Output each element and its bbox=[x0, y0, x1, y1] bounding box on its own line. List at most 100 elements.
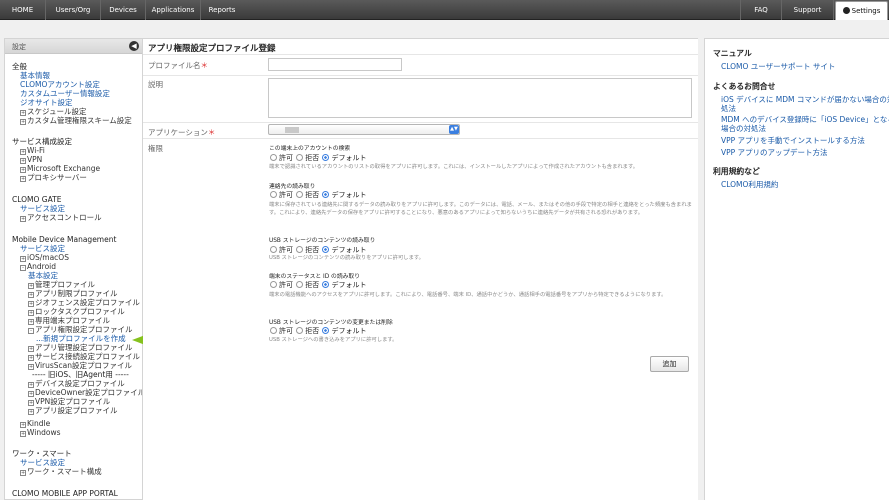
faq-link-vpp-update[interactable]: VPP アプリのアップデート方法 bbox=[721, 148, 828, 157]
radio-allow[interactable] bbox=[270, 191, 277, 198]
radio-default[interactable] bbox=[322, 246, 330, 253]
sidebar-link-geosite[interactable]: ジオサイト設定 bbox=[20, 98, 73, 107]
faq-link-mdm-command[interactable]: iOS デバイスに MDM コマンドが届かない場合の対 bbox=[721, 95, 889, 104]
sidebar-tree-windows[interactable]: + Windows bbox=[20, 428, 60, 437]
terms-link[interactable]: CLOMO利用規約 bbox=[721, 180, 778, 189]
sidebar-link-basic-info[interactable]: 基本情報 bbox=[20, 71, 50, 80]
collapse-icon[interactable]: - bbox=[20, 265, 26, 271]
sidebar-tree-custom-admin[interactable]: + カスタム管理権限スキーム設定 bbox=[20, 116, 132, 125]
profile-name-input[interactable] bbox=[268, 58, 402, 71]
radio-deny[interactable] bbox=[296, 246, 304, 253]
expand-icon[interactable]: + bbox=[20, 216, 26, 222]
faq-link-ios-device-cont[interactable]: 場合の対処法 bbox=[721, 124, 766, 133]
collapse-sidebar-icon[interactable]: ◀ bbox=[129, 41, 139, 51]
sidebar-tree-ios-macos[interactable]: + iOS/macOS bbox=[20, 253, 69, 262]
nav-settings[interactable]: Settings bbox=[835, 1, 888, 20]
sidebar-tree-label: Windows bbox=[27, 428, 61, 437]
sidebar-link-custom-user-info[interactable]: カスタムユーザー情報設定 bbox=[20, 89, 110, 98]
radio-deny[interactable] bbox=[296, 281, 304, 288]
radio-allow[interactable] bbox=[270, 327, 277, 334]
sidebar-tree-label: VirusScan設定プロファイル bbox=[35, 361, 133, 370]
sidebar-tree-app-settings-profile[interactable]: + アプリ設定プロファイル bbox=[28, 406, 118, 415]
radio-allow[interactable] bbox=[270, 246, 277, 253]
expand-icon[interactable]: + bbox=[20, 470, 26, 476]
sidebar-tree-label: VPN設定プロファイル bbox=[35, 397, 111, 406]
radio-deny-label: 拒否 bbox=[305, 281, 320, 289]
sidebar-tree-label: Microsoft Exchange bbox=[27, 164, 101, 173]
radio-allow[interactable] bbox=[270, 281, 277, 288]
radio-default[interactable] bbox=[322, 281, 330, 288]
sidebar-tree-app-restriction-profile[interactable]: + アプリ制限プロファイル bbox=[28, 289, 118, 298]
faq-link-vpp-install[interactable]: VPP アプリを手動でインストールする方法 bbox=[721, 136, 865, 145]
sidebar-tree-schedule[interactable]: + スケジュール設定 bbox=[20, 107, 86, 116]
add-button[interactable]: 追加 bbox=[650, 356, 689, 372]
permission-description: 端末で認識されているアカウントのリストの取得をアプリに許可します。これには、イン… bbox=[269, 164, 639, 170]
sidebar-tree-app-permission-profile[interactable]: - アプリ権限設定プロファイル bbox=[28, 325, 133, 334]
sidebar-link-gate-service[interactable]: サービス設定 bbox=[20, 204, 65, 213]
radio-default-label: デフォルト bbox=[331, 154, 367, 162]
expand-icon[interactable]: + bbox=[28, 409, 34, 415]
radio-deny-label: 拒否 bbox=[305, 327, 320, 335]
faq-link-mdm-command-cont[interactable]: 処法 bbox=[721, 104, 736, 113]
sidebar-tree-work-smart-config[interactable]: + ワーク・スマート構成 bbox=[20, 467, 102, 476]
application-select[interactable]: ▲▼ bbox=[268, 124, 460, 135]
permission-title: USB ストレージのコンテンツの読み取り bbox=[269, 238, 376, 244]
sidebar-tree-wifi[interactable]: + Wi-Fi bbox=[20, 146, 45, 155]
expand-icon[interactable]: + bbox=[20, 119, 26, 125]
expand-icon[interactable]: + bbox=[20, 176, 26, 182]
radio-deny[interactable] bbox=[296, 327, 304, 334]
sidebar-tree-label: カスタム管理権限スキーム設定 bbox=[27, 116, 132, 125]
permission-radio-group: 許可 拒否 デフォルト bbox=[269, 280, 366, 290]
sidebar-tree-virusscan-profile[interactable]: + VirusScan設定プロファイル bbox=[28, 361, 132, 370]
sidebar-tree-management-profile[interactable]: + 管理プロファイル bbox=[28, 280, 95, 289]
radio-allow[interactable] bbox=[270, 154, 277, 161]
sidebar-tree-android[interactable]: - Android bbox=[20, 262, 56, 271]
permission-radio-group: 許可 拒否 デフォルト bbox=[269, 153, 366, 163]
description-textarea[interactable] bbox=[268, 78, 692, 118]
permission-description: USB ストレージのコンテンツの読み取りをアプリに許可します。 bbox=[269, 255, 424, 261]
sidebar-tree-vpn[interactable]: + VPN bbox=[20, 155, 42, 164]
expand-icon[interactable]: + bbox=[20, 431, 26, 437]
nav-applications[interactable]: Applications bbox=[146, 0, 201, 20]
sidebar-tree-access-control[interactable]: + アクセスコントロール bbox=[20, 213, 102, 222]
sidebar-link-android-basic[interactable]: 基本設定 bbox=[28, 271, 58, 280]
radio-deny-label: 拒否 bbox=[305, 191, 320, 199]
sidebar-tree-device-profile[interactable]: + デバイス設定プロファイル bbox=[28, 379, 125, 388]
sidebar-link-work-service[interactable]: サービス設定 bbox=[20, 458, 65, 467]
sidebar-tree-exchange[interactable]: + Microsoft Exchange bbox=[20, 164, 100, 173]
sidebar-tree-app-management-profile[interactable]: + アプリ管理設定プロファイル bbox=[28, 343, 133, 352]
nav-users-org[interactable]: Users/Org bbox=[46, 0, 101, 20]
radio-default[interactable] bbox=[322, 327, 330, 334]
faq-link-ios-device[interactable]: MDM へのデバイス登録時に「iOS Device」となる bbox=[721, 115, 889, 124]
nav-home[interactable]: HOME bbox=[0, 0, 46, 20]
help-panel: マニュアル CLOMO ユーザーサポート サイト よくあるお問合せ iOS デバ… bbox=[704, 38, 889, 500]
sidebar-tree-label: アクセスコントロール bbox=[27, 213, 102, 222]
application-label-text: アプリケーション bbox=[148, 128, 208, 137]
permission-radio-group: 許可 拒否 デフォルト bbox=[269, 190, 366, 200]
sidebar-tree-geofence-profile[interactable]: + ジオフェンス設定プロファイル bbox=[28, 298, 140, 307]
nav-reports[interactable]: Reports bbox=[201, 0, 243, 20]
sidebar-link-clomo-account[interactable]: CLOMOアカウント設定 bbox=[20, 80, 100, 89]
sidebar-tree-proxy[interactable]: + プロキシサーバー bbox=[20, 173, 87, 182]
radio-deny-label: 拒否 bbox=[305, 246, 320, 254]
sidebar-tree-kindle[interactable]: + Kindle bbox=[20, 419, 50, 428]
nav-support[interactable]: Support bbox=[782, 0, 834, 20]
radio-deny[interactable] bbox=[296, 154, 304, 161]
radio-deny[interactable] bbox=[296, 191, 304, 198]
sidebar-tree-lock-task-profile[interactable]: + ロックタスクプロファイル bbox=[28, 307, 125, 316]
radio-default[interactable] bbox=[322, 191, 330, 198]
sidebar-tree-deviceowner-profile[interactable]: + DeviceOwner設定プロファイル bbox=[28, 388, 142, 397]
collapse-icon[interactable]: - bbox=[28, 328, 34, 334]
profile-name-label-text: プロファイル名 bbox=[148, 61, 201, 70]
sidebar-tree-service-connection-profile[interactable]: + サービス接続設定プロファイル bbox=[28, 352, 140, 361]
nav-devices[interactable]: Devices bbox=[101, 0, 146, 20]
nav-faq[interactable]: FAQ bbox=[740, 0, 782, 20]
support-site-link[interactable]: CLOMO ユーザーサポート サイト bbox=[721, 62, 835, 71]
sidebar-tree-dedicated-device-profile[interactable]: + 専用端末プロファイル bbox=[28, 316, 110, 325]
sidebar-link-new-profile[interactable]: ...新規プロファイルを作成 bbox=[36, 334, 126, 343]
sidebar-tree-vpn-profile[interactable]: + VPN設定プロファイル bbox=[28, 397, 110, 406]
radio-default[interactable] bbox=[322, 154, 330, 161]
sidebar-tree-label: 管理プロファイル bbox=[35, 280, 95, 289]
chevron-down-icon[interactable]: ▲▼ bbox=[449, 125, 459, 134]
sidebar-link-mdm-service[interactable]: サービス設定 bbox=[20, 244, 65, 253]
